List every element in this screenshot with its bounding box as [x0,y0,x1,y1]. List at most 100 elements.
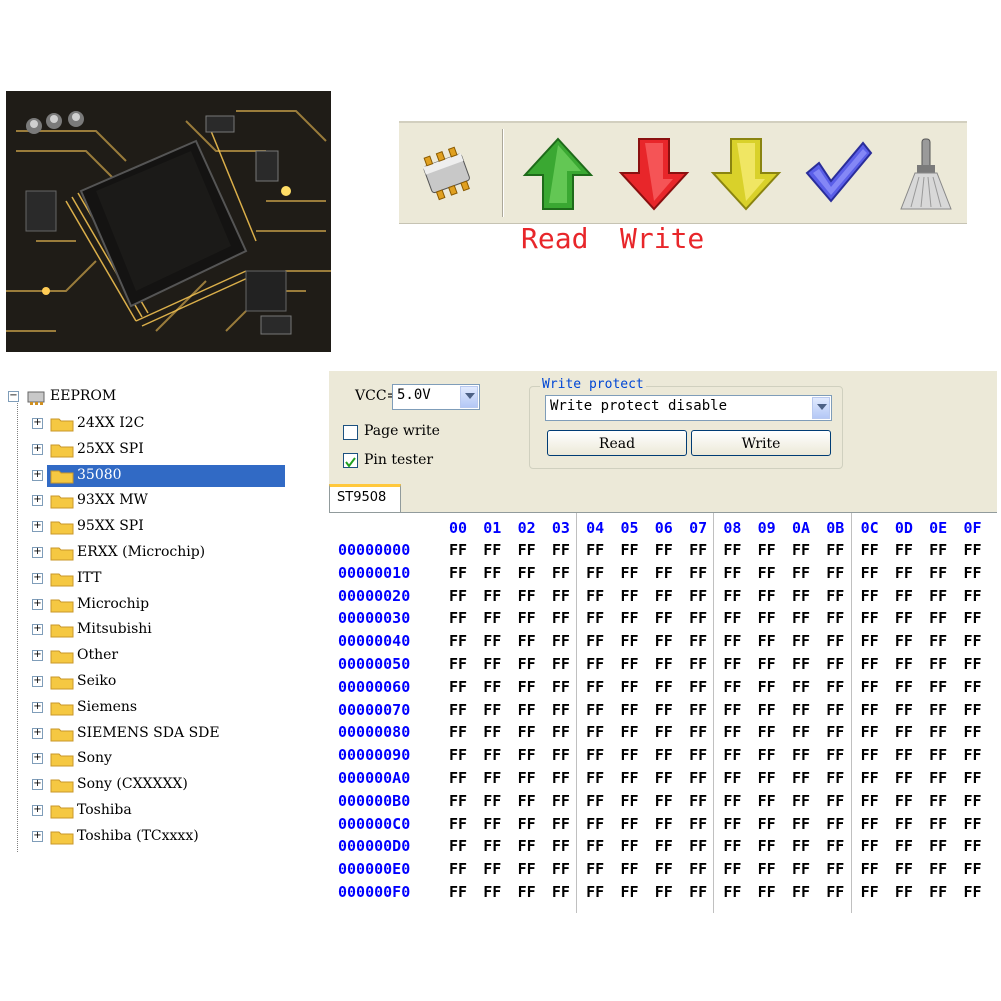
hex-byte-cell[interactable]: FF [578,837,612,855]
hex-byte-cell[interactable]: FF [613,723,647,741]
hex-byte-cell[interactable]: FF [853,701,887,719]
hex-byte-cell[interactable]: FF [681,541,715,559]
tree-item[interactable]: + Toshiba (TCxxxx) [30,826,266,848]
expand-icon[interactable]: + [32,443,43,455]
hex-byte-cell[interactable]: FF [921,587,955,605]
erase-button[interactable] [889,135,963,213]
hex-byte-cell[interactable]: FF [578,815,612,833]
hex-byte-cell[interactable]: FF [647,701,681,719]
hex-byte-cell[interactable]: FF [784,860,818,878]
hex-byte-cell[interactable]: FF [887,541,921,559]
hex-byte-cell[interactable]: FF [647,541,681,559]
write-protect-select[interactable]: Write protect disable [545,395,832,421]
hex-byte-cell[interactable]: FF [578,609,612,627]
hex-byte-cell[interactable]: FF [750,632,784,650]
hex-byte-cell[interactable]: FF [681,746,715,764]
hex-byte-cell[interactable]: FF [853,587,887,605]
hex-byte-cell[interactable]: FF [956,587,990,605]
expand-icon[interactable]: + [32,727,43,739]
hex-byte-cell[interactable]: FF [544,815,578,833]
hex-byte-cell[interactable]: FF [475,632,509,650]
tree-item[interactable]: + Sony [30,748,266,770]
hex-byte-cell[interactable]: FF [544,609,578,627]
hex-byte-cell[interactable]: FF [921,632,955,650]
hex-byte-cell[interactable]: FF [921,883,955,901]
tree-item[interactable]: + SIEMENS SDA SDE [30,723,266,745]
hex-byte-cell[interactable]: FF [510,769,544,787]
hex-byte-cell[interactable]: FF [956,564,990,582]
hex-byte-cell[interactable]: FF [510,883,544,901]
tree-item[interactable]: + ITT [30,568,266,590]
hex-byte-cell[interactable]: FF [853,792,887,810]
expand-icon[interactable]: + [32,650,43,662]
hex-byte-cell[interactable]: FF [750,769,784,787]
hex-byte-cell[interactable]: FF [715,701,749,719]
hex-byte-cell[interactable]: FF [956,701,990,719]
hex-byte-cell[interactable]: FF [750,678,784,696]
hex-byte-cell[interactable]: FF [544,746,578,764]
hex-byte-cell[interactable]: FF [578,701,612,719]
hex-byte-cell[interactable]: FF [647,678,681,696]
hex-byte-cell[interactable]: FF [853,541,887,559]
hex-byte-cell[interactable]: FF [715,815,749,833]
hex-byte-cell[interactable]: FF [715,723,749,741]
hex-byte-cell[interactable]: FF [887,769,921,787]
hex-byte-cell[interactable]: FF [956,723,990,741]
hex-byte-cell[interactable]: FF [681,632,715,650]
hex-byte-cell[interactable]: FF [853,769,887,787]
hex-byte-cell[interactable]: FF [750,655,784,673]
hex-byte-cell[interactable]: FF [578,746,612,764]
hex-byte-cell[interactable]: FF [681,678,715,696]
hex-byte-cell[interactable]: FF [853,815,887,833]
hex-byte-cell[interactable]: FF [613,815,647,833]
hex-byte-cell[interactable]: FF [578,541,612,559]
hex-byte-cell[interactable]: FF [681,792,715,810]
expand-icon[interactable]: + [32,547,43,558]
hex-byte-cell[interactable]: FF [544,701,578,719]
hex-byte-cell[interactable]: FF [441,587,475,605]
hex-byte-cell[interactable]: FF [681,609,715,627]
hex-byte-cell[interactable]: FF [921,792,955,810]
hex-byte-cell[interactable]: FF [544,564,578,582]
hex-byte-cell[interactable]: FF [887,792,921,810]
hex-byte-cell[interactable]: FF [750,792,784,810]
hex-byte-cell[interactable]: FF [853,723,887,741]
tree-item[interactable]: +25XX SPI [30,439,266,461]
tree-item[interactable]: +93XX MW [30,490,266,512]
hex-byte-cell[interactable]: FF [715,632,749,650]
hex-byte-cell[interactable]: FF [613,883,647,901]
hex-byte-cell[interactable]: FF [510,587,544,605]
hex-byte-cell[interactable]: FF [681,564,715,582]
hex-byte-cell[interactable]: FF [956,769,990,787]
hex-byte-cell[interactable]: FF [510,792,544,810]
hex-byte-cell[interactable]: FF [887,746,921,764]
hex-byte-cell[interactable]: FF [818,769,852,787]
hex-byte-cell[interactable]: FF [784,792,818,810]
hex-byte-cell[interactable]: FF [681,883,715,901]
hex-byte-cell[interactable]: FF [510,609,544,627]
hex-byte-cell[interactable]: FF [921,746,955,764]
chip-select-button[interactable] [411,135,485,213]
hex-byte-cell[interactable]: FF [510,860,544,878]
hex-byte-cell[interactable]: FF [887,815,921,833]
hex-byte-cell[interactable]: FF [647,746,681,764]
hex-byte-cell[interactable]: FF [921,678,955,696]
hex-byte-cell[interactable]: FF [578,883,612,901]
hex-byte-cell[interactable]: FF [510,815,544,833]
hex-byte-cell[interactable]: FF [647,723,681,741]
expand-icon[interactable]: + [32,701,43,713]
hex-byte-cell[interactable]: FF [956,860,990,878]
hex-byte-cell[interactable]: FF [475,746,509,764]
hex-byte-cell[interactable]: FF [887,609,921,627]
hex-byte-cell[interactable]: FF [784,837,818,855]
hex-byte-cell[interactable]: FF [784,746,818,764]
hex-byte-cell[interactable]: FF [784,655,818,673]
hex-byte-cell[interactable]: FF [887,860,921,878]
hex-byte-cell[interactable]: FF [956,792,990,810]
hex-byte-cell[interactable]: FF [647,792,681,810]
hex-byte-cell[interactable]: FF [715,655,749,673]
hex-byte-cell[interactable]: FF [578,564,612,582]
hex-byte-cell[interactable]: FF [613,678,647,696]
hex-byte-cell[interactable]: FF [613,587,647,605]
hex-byte-cell[interactable]: FF [681,655,715,673]
